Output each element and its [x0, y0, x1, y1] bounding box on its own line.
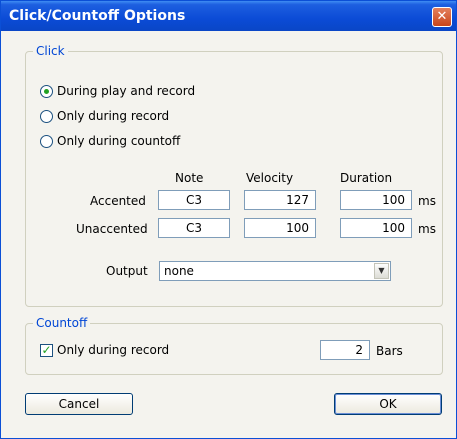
radio-label: Only during countoff — [57, 134, 181, 148]
radio-selected-dot — [44, 88, 49, 94]
dialog-window: Click/Countoff Options ✕ Click During pl… — [0, 0, 457, 439]
radio-label: During play and record — [57, 84, 196, 98]
output-label: Output — [106, 264, 148, 278]
dialog-body: Click During play and record Only during… — [1, 31, 456, 438]
radio-button[interactable] — [40, 134, 53, 148]
unaccented-label: Unaccented — [76, 222, 148, 236]
only-during-record-checkbox[interactable]: ✓ Only during record — [40, 343, 169, 357]
click-groupbox: Click During play and record Only during… — [25, 44, 443, 307]
output-select[interactable]: none ▼ — [159, 261, 391, 281]
close-icon: ✕ — [436, 9, 448, 24]
duration-header: Duration — [340, 171, 393, 185]
ok-button[interactable]: OK — [334, 393, 442, 415]
dialog-title: Click/Countoff Options — [9, 8, 186, 24]
accented-duration-field[interactable]: 100 — [340, 190, 412, 210]
bars-field[interactable]: 2 — [320, 340, 370, 360]
accented-duration-unit: ms — [418, 194, 436, 208]
cancel-button[interactable]: Cancel — [25, 393, 133, 415]
radio-only-during-countoff[interactable]: Only during countoff — [40, 134, 180, 148]
velocity-header: Velocity — [246, 171, 294, 185]
radio-label: Only during record — [57, 109, 170, 123]
output-value: none — [164, 264, 194, 278]
close-button[interactable]: ✕ — [432, 7, 452, 27]
radio-button[interactable] — [40, 84, 53, 98]
radio-button[interactable] — [40, 109, 53, 123]
countoff-legend: Countoff — [33, 316, 91, 330]
checkmark-icon[interactable]: ✓ — [40, 343, 53, 357]
accented-label: Accented — [90, 194, 146, 208]
unaccented-duration-unit: ms — [418, 222, 436, 236]
bars-unit: Bars — [376, 344, 403, 358]
title-bar[interactable]: Click/Countoff Options ✕ — [1, 1, 456, 31]
radio-only-during-record[interactable]: Only during record — [40, 109, 169, 123]
click-legend: Click — [33, 44, 68, 58]
unaccented-velocity-field[interactable]: 100 — [244, 218, 316, 238]
unaccented-note-field[interactable]: C3 — [158, 218, 230, 238]
unaccented-duration-field[interactable]: 100 — [340, 218, 412, 238]
note-header: Note — [175, 171, 204, 185]
accented-velocity-field[interactable]: 127 — [244, 190, 316, 210]
countoff-groupbox: Countoff ✓ Only during record 2 Bars — [25, 316, 443, 375]
dropdown-arrow-icon[interactable]: ▼ — [374, 263, 389, 279]
accented-note-field[interactable]: C3 — [158, 190, 230, 210]
checkbox-label: Only during record — [57, 343, 170, 357]
radio-during-play-and-record[interactable]: During play and record — [40, 84, 195, 98]
